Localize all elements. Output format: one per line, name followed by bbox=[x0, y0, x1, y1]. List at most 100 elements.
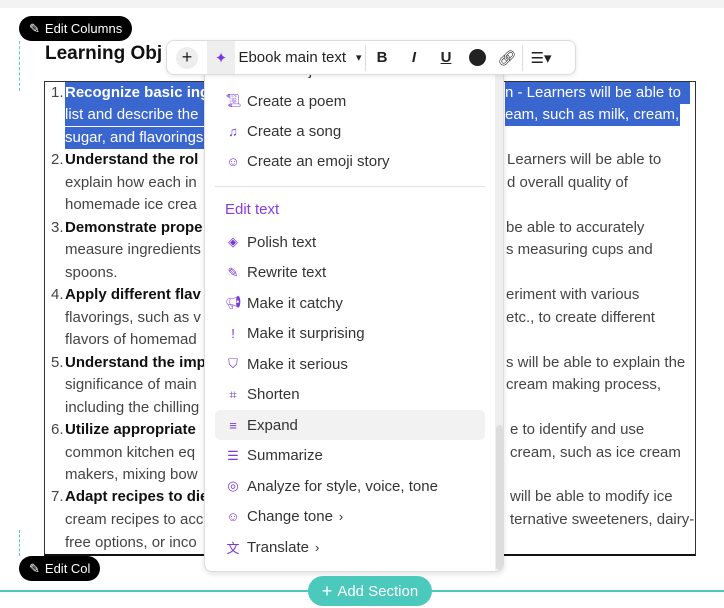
scrollbar-thumb[interactable] bbox=[496, 425, 503, 570]
tone-icon: ☺ bbox=[226, 509, 240, 524]
list-line[interactable]: s will be able to explain the bbox=[506, 352, 685, 374]
list-line[interactable]: list and describe the bbox=[65, 104, 204, 126]
list-line[interactable]: eriment with various bbox=[506, 284, 639, 306]
edit-col-label: Edit Col bbox=[44, 561, 91, 576]
menu-item[interactable]: ☰ Summarize bbox=[215, 441, 485, 471]
menu-item-label: Translate bbox=[247, 538, 309, 556]
add-button[interactable]: + bbox=[167, 41, 207, 74]
menu-item-label: Expand bbox=[247, 416, 298, 434]
menu-item[interactable]: ☺ Create an emoji story bbox=[215, 146, 485, 176]
list-line[interactable]: Apply different flav bbox=[65, 284, 204, 306]
menu-item-label: Create a poem bbox=[247, 92, 347, 110]
ai-sparkle-button[interactable]: ✦ bbox=[207, 41, 235, 74]
translate-icon: 文 bbox=[226, 540, 240, 556]
list-icon: ☰ bbox=[227, 447, 239, 463]
list-line[interactable]: Understand the imp bbox=[65, 352, 204, 374]
list-line[interactable]: cream making process, bbox=[506, 374, 661, 396]
shield-icon: ⛉ bbox=[228, 356, 238, 371]
menu-item[interactable]: 📜︎ Create a poem bbox=[215, 86, 485, 116]
list-number: 2. bbox=[51, 151, 64, 168]
list-line[interactable]: s measuring cups and bbox=[506, 239, 653, 261]
menu-item[interactable]: ! Make it surprising bbox=[215, 319, 485, 349]
menu-item-label: Make it serious bbox=[247, 355, 348, 373]
expand-icon: ≡ bbox=[229, 417, 237, 433]
rewrite-icon: ✎ bbox=[227, 264, 239, 280]
chevron-down-icon: ▾ bbox=[356, 52, 362, 64]
list-line[interactable]: Utilize appropriate bbox=[65, 419, 204, 441]
menu-item[interactable]: ◎ Analyze for style, voice, tone bbox=[215, 471, 485, 501]
add-section-button[interactable]: + Add Section bbox=[308, 576, 432, 606]
list-line[interactable]: measure ingredients bbox=[65, 239, 201, 261]
list-line[interactable]: n - Learners will be able to bbox=[505, 82, 690, 104]
list-line[interactable]: etc., to create different bbox=[506, 307, 655, 329]
menu-item[interactable]: 文 Translate › bbox=[215, 532, 485, 562]
menu-item[interactable]: 📢︎ Make it catchy bbox=[215, 288, 485, 318]
list-line[interactable]: flavorings, such as v bbox=[65, 307, 201, 329]
menu-item-label: Make it catchy bbox=[247, 294, 343, 312]
list-line[interactable]: Understand the rol bbox=[65, 149, 204, 171]
objective-title: Understand the rol bbox=[65, 151, 199, 168]
menu-item[interactable]: ⌗ Shorten bbox=[215, 380, 485, 410]
list-line[interactable]: Adapt recipes to die bbox=[65, 486, 204, 508]
list-line[interactable]: makers, mixing bow bbox=[65, 464, 198, 486]
crop-icon: ⌗ bbox=[229, 386, 237, 402]
edit-col-button[interactable]: ✎ Edit Col bbox=[19, 556, 101, 581]
menu-section-label: Edit text bbox=[225, 201, 280, 218]
menu-item-label: Change tone bbox=[247, 508, 333, 525]
analyze-icon: ◎ bbox=[227, 478, 239, 493]
list-line[interactable]: cream recipes to acc bbox=[65, 509, 203, 531]
list-number: 3. bbox=[51, 219, 64, 236]
color-swatch bbox=[468, 49, 486, 66]
poem-icon: 📜︎ bbox=[225, 93, 242, 108]
menu-item[interactable]: ✎ Rewrite text bbox=[215, 258, 485, 288]
menu-item[interactable]: ≡ Expand bbox=[215, 410, 485, 440]
menu-item-label: Create an emoji story bbox=[247, 152, 390, 170]
menu-item-label: Summarize bbox=[247, 447, 323, 464]
menu-item[interactable]: ◈ Polish text bbox=[215, 227, 485, 257]
list-line[interactable]: eam, such as milk, cream, bbox=[505, 104, 680, 126]
align-dropdown[interactable]: ☰▾ bbox=[523, 41, 559, 74]
list-line[interactable]: homemade ice crea bbox=[65, 194, 197, 216]
underline-button[interactable]: U bbox=[430, 41, 462, 74]
list-line[interactable]: free options, or inco bbox=[65, 532, 197, 554]
text-style-dropdown[interactable]: Ebook main text ▾ bbox=[235, 41, 365, 74]
list-line[interactable]: Demonstrate prope bbox=[65, 217, 204, 239]
list-line[interactable]: be able to accurately bbox=[506, 217, 644, 239]
song-icon: ♫ bbox=[228, 123, 238, 139]
ai-menu: ☺Create a joke📜︎Create a poem♫Create a s… bbox=[204, 70, 504, 572]
italic-button[interactable]: I bbox=[398, 41, 430, 74]
list-line[interactable]: d overall quality of bbox=[507, 172, 628, 194]
surprise-icon: ! bbox=[231, 326, 235, 341]
menu-item[interactable]: ♫ Create a song bbox=[215, 116, 485, 146]
list-line[interactable]: significance of main bbox=[65, 374, 197, 396]
list-line[interactable]: including the chilling bbox=[65, 397, 199, 419]
list-number: 7. bbox=[51, 488, 64, 505]
menu-item-label: Polish text bbox=[247, 233, 317, 251]
link-button[interactable]: 🔗︎ bbox=[492, 41, 522, 74]
list-line[interactable]: ternative sweeteners, dairy- bbox=[510, 509, 694, 531]
list-line[interactable]: common kitchen eq bbox=[65, 442, 195, 464]
menu-scrollbar[interactable] bbox=[495, 70, 503, 571]
objective-title: Apply different flav bbox=[65, 286, 201, 303]
list-number: 1. bbox=[51, 84, 64, 101]
list-line[interactable]: Learners will be able to bbox=[507, 149, 661, 171]
menu-item-label: Rewrite text bbox=[247, 264, 327, 281]
megaphone-icon: 📢︎ bbox=[225, 295, 242, 310]
objective-title: Understand the imp bbox=[65, 354, 204, 371]
plus-icon: + bbox=[321, 580, 333, 601]
list-line[interactable]: cream, such as ice cream bbox=[510, 442, 681, 464]
list-line[interactable]: Recognize basic ing bbox=[65, 82, 204, 104]
list-line[interactable]: will be able to modify ice bbox=[510, 486, 673, 508]
bold-button[interactable]: B bbox=[366, 41, 398, 74]
text-color-button[interactable] bbox=[462, 41, 492, 74]
menu-item[interactable]: ☺ Change tone › bbox=[215, 502, 485, 532]
list-line[interactable]: spoons. bbox=[65, 262, 118, 284]
menu-item[interactable]: ⛉ Make it serious bbox=[215, 349, 485, 379]
list-line[interactable]: sugar, and flavorings bbox=[65, 127, 204, 149]
list-line[interactable]: e to identify and use bbox=[510, 419, 644, 441]
objective-title: Demonstrate prope bbox=[65, 219, 203, 236]
list-line[interactable]: flavors of homemad bbox=[65, 329, 197, 351]
polish-icon: ◈ bbox=[228, 234, 238, 249]
list-number: 4. bbox=[51, 286, 64, 303]
list-line[interactable]: explain how each in bbox=[65, 172, 197, 194]
